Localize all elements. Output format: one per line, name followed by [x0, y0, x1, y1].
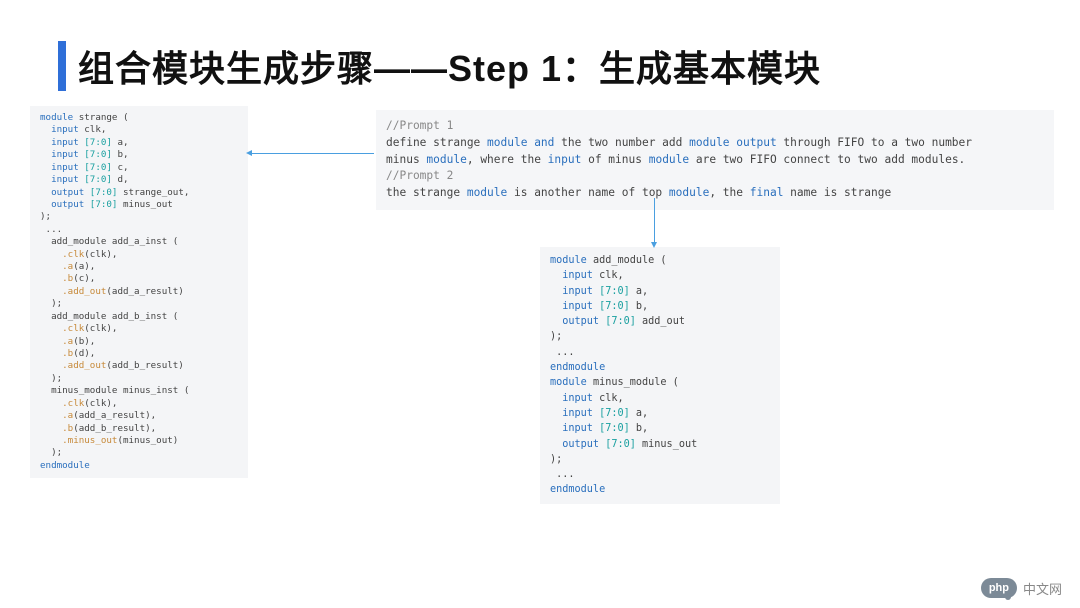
code-line: input clk,: [550, 391, 772, 406]
code-line: .a(a),: [40, 261, 240, 273]
prompt-keyword: module: [467, 186, 507, 199]
code-line: add_module add_a_inst (: [40, 236, 240, 248]
code-line: .b(d),: [40, 348, 240, 360]
code-line: );: [40, 447, 240, 459]
slide-title: 组合模块生成步骤——Step 1：生成基本模块: [78, 40, 821, 92]
code-line: minus_module minus_inst (: [40, 385, 240, 397]
prompt-text: name is strange: [783, 186, 891, 199]
code-line: output [7:0] strange_out,: [40, 187, 240, 199]
code-line: .clk(clk),: [40, 249, 240, 261]
code-line: .minus_out(minus_out): [40, 435, 240, 447]
title-accent: [58, 41, 66, 91]
code-line: input [7:0] b,: [550, 299, 772, 314]
prompt-keyword: module: [426, 153, 466, 166]
code-line: input [7:0] a,: [550, 406, 772, 421]
code-line: );: [40, 211, 240, 223]
code-line: .a(b),: [40, 336, 240, 348]
code-line: );: [550, 329, 772, 344]
code-line: output [7:0] minus_out: [550, 437, 772, 452]
code-line: .b(c),: [40, 273, 240, 285]
code-line: input [7:0] b,: [550, 421, 772, 436]
code-line: );: [40, 373, 240, 385]
code-line: );: [40, 298, 240, 310]
code-line: input [7:0] c,: [40, 162, 240, 174]
prompt-comment: //Prompt 2: [386, 169, 453, 182]
prompt-keyword: module output: [689, 136, 777, 149]
prompt-text: is another name of top: [507, 186, 669, 199]
code-line: output [7:0] add_out: [550, 314, 772, 329]
right-code-block: module add_module ( input clk, input [7:…: [540, 247, 780, 504]
code-line: .add_out(add_a_result): [40, 286, 240, 298]
code-line: ...: [550, 345, 772, 360]
code-line: add_module add_b_inst (: [40, 311, 240, 323]
prompt-text: the two number add: [554, 136, 689, 149]
code-line: module minus_module (: [550, 375, 772, 390]
prompt-text: , the: [709, 186, 749, 199]
slide-title-bar: 组合模块生成步骤——Step 1：生成基本模块: [0, 0, 1080, 106]
prompt-comment: //Prompt 1: [386, 119, 453, 132]
prompt-text: the strange: [386, 186, 467, 199]
code-line: input clk,: [550, 268, 772, 283]
prompt-text: define strange: [386, 136, 487, 149]
code-line: ...: [40, 224, 240, 236]
prompt-text: , where the: [467, 153, 548, 166]
prompt-keyword: module: [649, 153, 689, 166]
code-line: input [7:0] a,: [40, 137, 240, 149]
code-line: module strange (: [40, 112, 240, 124]
code-line: .clk(clk),: [40, 398, 240, 410]
code-line: .clk(clk),: [40, 323, 240, 335]
code-line: .b(add_b_result),: [40, 423, 240, 435]
arrow-down: [654, 198, 655, 243]
code-line: endmodule: [40, 460, 240, 472]
arrow-left: [251, 153, 374, 154]
watermark-text: 中文网: [1023, 579, 1062, 598]
prompt-keyword: input: [548, 153, 582, 166]
code-line: ...: [550, 467, 772, 482]
watermark-badge: php: [981, 578, 1017, 598]
code-line: .add_out(add_b_result): [40, 360, 240, 372]
code-line: input [7:0] a,: [550, 284, 772, 299]
prompt-text: are two FIFO connect to two add modules.: [689, 153, 965, 166]
code-line: .a(add_a_result),: [40, 410, 240, 422]
left-code-block: module strange ( input clk, input [7:0] …: [30, 106, 248, 478]
code-line: input [7:0] d,: [40, 174, 240, 186]
code-line: input clk,: [40, 124, 240, 136]
prompt-box: //Prompt 1 define strange module and the…: [376, 110, 1054, 210]
code-line: input [7:0] b,: [40, 149, 240, 161]
watermark: php 中文网: [981, 578, 1062, 598]
code-line: endmodule: [550, 482, 772, 497]
prompt-text: minus: [386, 153, 426, 166]
code-line: );: [550, 452, 772, 467]
code-line: output [7:0] minus_out: [40, 199, 240, 211]
prompt-keyword: module and: [487, 136, 554, 149]
prompt-keyword: final: [750, 186, 784, 199]
code-line: module add_module (: [550, 253, 772, 268]
prompt-keyword: module: [669, 186, 709, 199]
prompt-text: through FIFO to a two number: [777, 136, 972, 149]
code-line: endmodule: [550, 360, 772, 375]
prompt-text: of minus: [581, 153, 648, 166]
